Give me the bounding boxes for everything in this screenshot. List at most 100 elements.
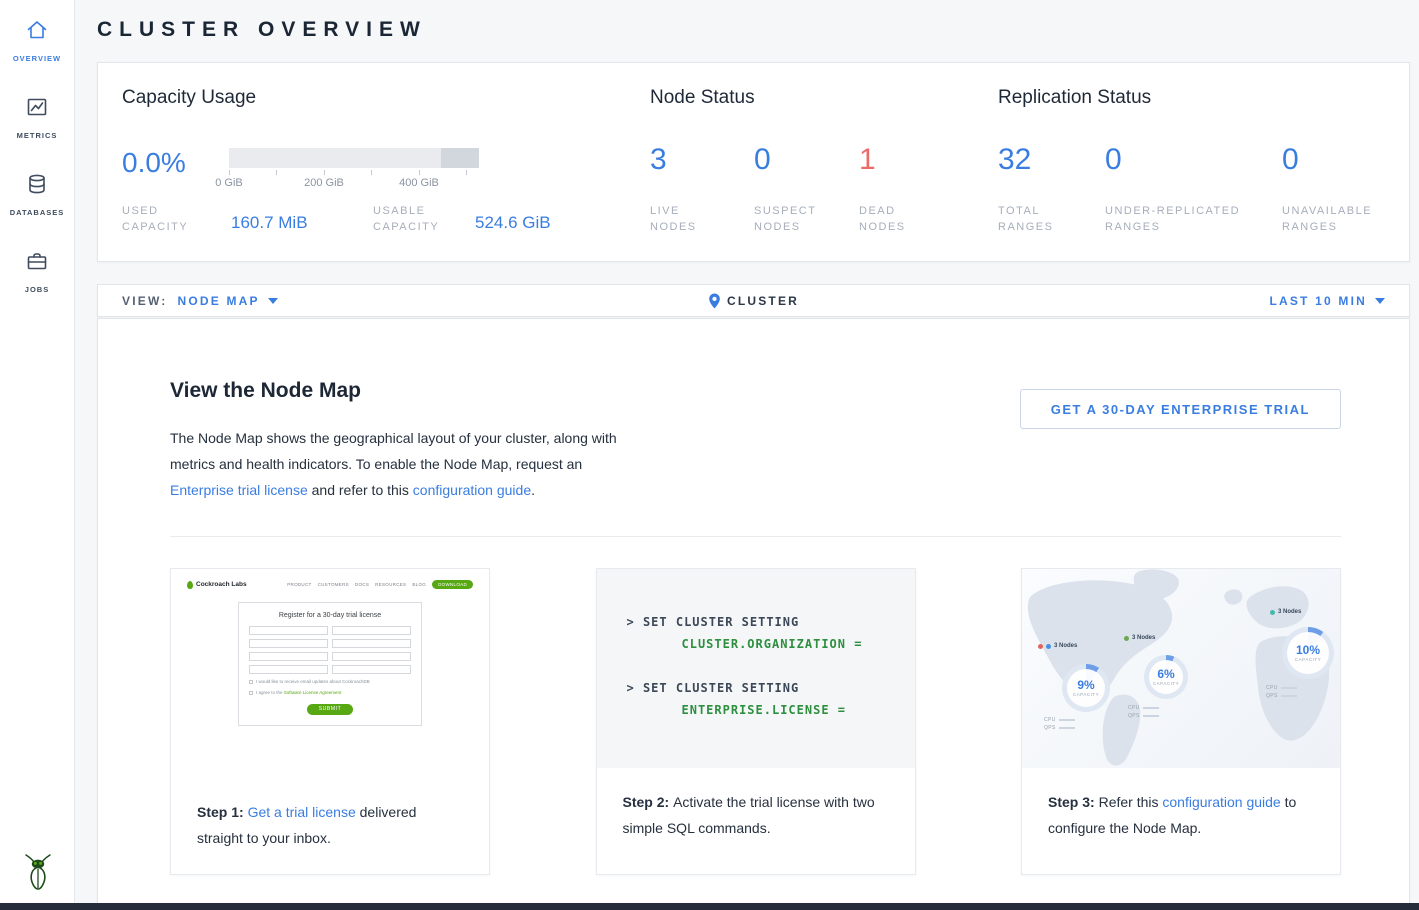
mini-checkbox-row: I agree to the Software License Agreemen… [249, 690, 411, 696]
step3-caption: Step 3: Refer this configuration guide t… [1022, 768, 1340, 842]
capacity-percent: 9% [1077, 679, 1094, 691]
capacity-metric-label: CAPACITY [1295, 657, 1321, 662]
axis-tick-label: 0 GiB [215, 177, 243, 189]
enterprise-trial-license-link[interactable]: Enterprise trial license [170, 482, 308, 498]
capacity-usage-bar: 0 GiB 200 GiB 400 GiB [229, 148, 479, 168]
step3-node-map-preview: 3 Nodes 9% CAPACITY CPU QPS [1022, 569, 1340, 768]
dead-nodes-count: 1 [859, 143, 876, 177]
region-mini-stats: CPU QPS [1266, 683, 1297, 699]
sidebar-item-label: OVERVIEW [13, 54, 61, 63]
node-dot-icon [1270, 610, 1275, 615]
mini-nav-item: DOCS [355, 582, 369, 587]
spacer [627, 651, 915, 681]
mini-nav-item: PRODUCT [287, 582, 311, 587]
sidebar-item-label: JOBS [25, 285, 49, 294]
node-dot-icon [1046, 644, 1051, 649]
stat-bar [1143, 715, 1159, 717]
region-mini-stats: CPU QPS [1044, 715, 1075, 731]
configuration-guide-link[interactable]: configuration guide [413, 482, 531, 498]
step1-caption: Step 1: Get a trial license delivered st… [171, 778, 489, 852]
step3-card: 3 Nodes 9% CAPACITY CPU QPS [1021, 568, 1341, 875]
sql-command: > SET CLUSTER SETTING [627, 681, 915, 695]
under-replicated-count: 0 [1105, 143, 1122, 177]
axis-tick [229, 170, 230, 175]
jobs-icon [25, 249, 49, 278]
used-capacity-label: USED CAPACITY [122, 203, 198, 235]
mini-nav: PRODUCT CUSTOMERS DOCS RESOURCES BLOG DO… [287, 580, 473, 589]
node-map-panel: View the Node Map GET A 30-DAY ENTERPRIS… [97, 318, 1410, 906]
total-ranges-label: TOTAL RANGES [998, 203, 1078, 235]
suspect-nodes-label: SUSPECT NODES [754, 203, 834, 235]
used-capacity-value: 160.7 MiB [231, 213, 308, 233]
description-text: and refer to this [308, 482, 413, 498]
view-selector[interactable]: NODE MAP [177, 294, 277, 308]
region-chip: 3 Nodes [1038, 643, 1077, 649]
step1-card: Cockroach Labs PRODUCT CUSTOMERS DOCS RE… [170, 568, 490, 875]
region-node-count: 3 Nodes [1132, 635, 1155, 641]
mini-trial-form: Register for a 30-day trial license [238, 602, 422, 726]
mini-registration-page: Cockroach Labs PRODUCT CUSTOMERS DOCS RE… [183, 577, 477, 774]
capacity-metric-label: CAPACITY [1153, 681, 1179, 686]
checkbox-icon [249, 691, 253, 695]
unavailable-ranges-label: UNAVAILABLE RANGES [1282, 203, 1392, 235]
live-nodes-count: 3 [650, 143, 667, 177]
time-range-selector[interactable]: LAST 10 MIN [1269, 294, 1385, 308]
stat-bar [1281, 695, 1297, 697]
sidebar-item-metrics[interactable]: METRICS [0, 77, 74, 154]
dead-nodes-label: DEAD NODES [859, 203, 929, 235]
mini-input-field [249, 665, 328, 674]
axis-tick-label: 200 GiB [304, 177, 344, 189]
metrics-icon [25, 95, 49, 124]
mini-form-fields [249, 626, 411, 674]
section-divider [170, 536, 1341, 537]
axis-tick [419, 170, 420, 175]
capacity-metric-label: CAPACITY [1073, 692, 1099, 697]
enterprise-trial-button[interactable]: GET A 30-DAY ENTERPRISE TRIAL [1020, 389, 1341, 429]
step2-card: > SET CLUSTER SETTING CLUSTER.ORGANIZATI… [596, 568, 916, 875]
location-pin-icon [708, 293, 721, 309]
configuration-guide-link[interactable]: configuration guide [1162, 794, 1280, 810]
cockroach-bug-icon [187, 581, 193, 589]
view-bar: VIEW: NODE MAP CLUSTER LAST 10 MIN [97, 284, 1410, 317]
sql-setting: ENTERPRISE.LICENSE = [682, 703, 915, 717]
cluster-summary-panel: Capacity Usage 0.0% 0 GiB 200 GiB 400 Gi… [97, 62, 1410, 262]
mini-checkbox-label: I would like to receive email updates ab… [256, 679, 370, 685]
sidebar: OVERVIEW METRICS DATABASES [0, 0, 75, 903]
usable-capacity-label: USABLE CAPACITY [373, 203, 449, 235]
sidebar-item-jobs[interactable]: JOBS [0, 231, 74, 308]
capacity-donut: 9% CAPACITY [1062, 664, 1110, 712]
mini-nav-item: BLOG [412, 582, 426, 587]
mini-checkbox-row: I would like to receive email updates ab… [249, 679, 411, 685]
unavailable-ranges-count: 0 [1282, 143, 1299, 177]
sidebar-item-databases[interactable]: DATABASES [0, 154, 74, 231]
capacity-percent: 10% [1296, 644, 1320, 656]
description-text: The Node Map shows the geographical layo… [170, 430, 617, 472]
chevron-down-icon [1375, 298, 1385, 304]
mini-input-field [332, 652, 411, 661]
axis-tick [371, 170, 372, 175]
mini-page-header: Cockroach Labs PRODUCT CUSTOMERS DOCS RE… [183, 577, 477, 592]
mini-brand-label: Cockroach Labs [196, 581, 247, 588]
step1-label: Step 1: [197, 804, 248, 820]
region-chip: 3 Nodes [1124, 635, 1155, 641]
mini-brand: Cockroach Labs [187, 581, 247, 589]
sidebar-item-overview[interactable]: OVERVIEW [0, 0, 74, 77]
step1-screenshot: Cockroach Labs PRODUCT CUSTOMERS DOCS RE… [171, 569, 489, 778]
mini-nav-item: CUSTOMERS [318, 582, 349, 587]
description-text: . [531, 482, 535, 498]
axis-tick [466, 170, 467, 175]
capacity-donut: 10% CAPACITY [1282, 627, 1334, 679]
qps-label: QPS [1044, 725, 1056, 731]
step2-code-block: > SET CLUSTER SETTING CLUSTER.ORGANIZATI… [597, 569, 915, 768]
axis-tick [276, 170, 277, 175]
mini-input-field [249, 626, 328, 635]
get-trial-license-link[interactable]: Get a trial license [248, 804, 356, 820]
cpu-label: CPU [1044, 717, 1056, 723]
sidebar-item-label: METRICS [17, 131, 58, 140]
mini-input-field [332, 626, 411, 635]
axis-tick-label: 400 GiB [399, 177, 439, 189]
region-chip: 3 Nodes [1270, 609, 1301, 615]
cpu-label: CPU [1266, 685, 1278, 691]
main-area: CLUSTER OVERVIEW Capacity Usage 0.0% 0 G… [75, 0, 1419, 903]
breadcrumb: CLUSTER [98, 293, 1409, 309]
